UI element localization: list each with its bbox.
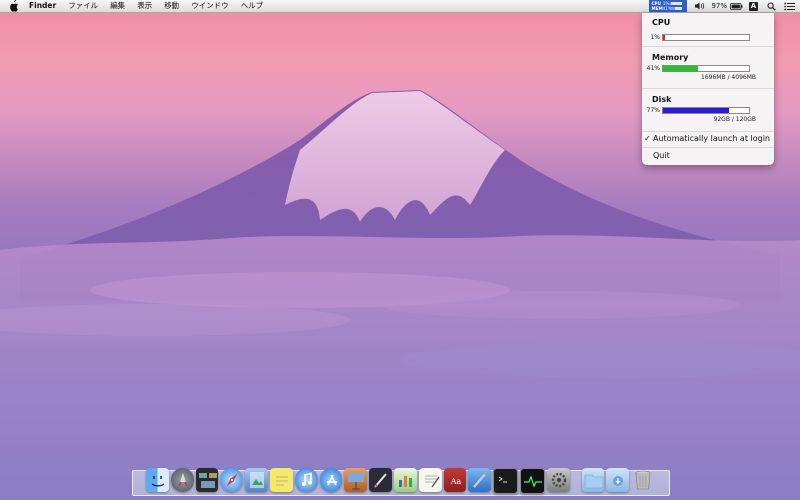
activity-monitor-icon[interactable]	[519, 468, 545, 494]
system-monitor-menu-extra[interactable]: CPU 1% MEM 41%	[649, 0, 688, 12]
quit-menu-item[interactable]: Quit	[653, 151, 785, 160]
menu-help[interactable]: ヘルプ	[241, 0, 264, 12]
auto-launch-menu-item[interactable]: ✓ Automatically launch at login	[642, 134, 774, 143]
separator	[642, 147, 774, 148]
memory-meter: 41%	[640, 65, 750, 72]
sysmon-mem-fill	[670, 7, 676, 10]
volume-icon[interactable]	[695, 2, 705, 10]
stickies-icon[interactable]	[269, 468, 293, 492]
separator	[642, 46, 774, 47]
memory-bar-fill	[663, 66, 699, 71]
textedit-icon[interactable]	[418, 468, 442, 492]
menu-go[interactable]: 移動	[164, 0, 179, 12]
disk-detail: 92GB / 120GB	[713, 116, 756, 123]
menu-app-name[interactable]: Finder	[29, 0, 56, 12]
sysmon-mem-value: 41%	[662, 6, 672, 11]
memory-title: Memory	[652, 53, 689, 62]
disk-bar	[662, 107, 750, 114]
disk-percent: 77%	[646, 107, 660, 114]
separator	[642, 88, 774, 89]
disk-bar-fill	[663, 108, 730, 113]
numbers-icon[interactable]	[393, 468, 417, 492]
applications-folder-icon[interactable]	[581, 468, 605, 492]
auto-launch-label: Automatically launch at login	[653, 134, 770, 143]
itunes-icon[interactable]	[294, 468, 318, 492]
preview-icon[interactable]	[245, 468, 268, 492]
battery-percent[interactable]: 97%	[711, 2, 727, 10]
safari-icon[interactable]	[220, 468, 244, 492]
battery-icon[interactable]	[730, 2, 743, 10]
separator	[642, 131, 774, 132]
xcode-icon[interactable]	[468, 468, 492, 492]
memory-percent: 41%	[646, 65, 660, 72]
downloads-folder-icon[interactable]	[606, 468, 630, 492]
keynote-icon[interactable]	[344, 468, 368, 492]
spotlight-icon[interactable]	[767, 1, 776, 11]
status-area: CPU 1% MEM 41% 97% A	[649, 0, 800, 12]
sysmon-mem-label: MEM	[651, 6, 663, 11]
pixelmator-icon[interactable]	[369, 468, 392, 492]
memory-detail: 1696MB / 4096MB	[701, 74, 756, 81]
dictionary-icon[interactable]: Aa	[443, 468, 467, 492]
input-method-icon[interactable]: A	[749, 1, 758, 11]
terminal-icon[interactable]	[493, 468, 518, 494]
finder-icon[interactable]	[146, 468, 169, 492]
sysmon-mem-row: MEM 41%	[649, 6, 687, 11]
mission-control-icon[interactable]	[195, 468, 219, 492]
cpu-percent: 1%	[650, 34, 660, 41]
cpu-meter: 1%	[640, 34, 750, 41]
menu-edit[interactable]: 編集	[110, 0, 125, 12]
disk-title: Disk	[652, 95, 672, 104]
cpu-title: CPU	[652, 18, 671, 27]
svg-text:Aa: Aa	[449, 477, 461, 486]
app-store-icon[interactable]	[319, 468, 343, 492]
cpu-bar-fill	[663, 35, 665, 40]
sysmon-mem-bar	[670, 7, 683, 10]
quit-label: Quit	[653, 151, 670, 160]
trash-icon[interactable]	[631, 468, 654, 492]
sysmon-cpu-bar	[670, 2, 683, 5]
launchpad-icon[interactable]	[170, 468, 194, 492]
apple-menu-icon[interactable]	[9, 0, 19, 12]
checkmark-icon: ✓	[644, 134, 651, 143]
dock: Aa	[146, 468, 656, 494]
cpu-bar	[662, 34, 750, 41]
menu-window[interactable]: ウインドウ	[191, 0, 229, 12]
notification-list-icon[interactable]	[784, 2, 795, 11]
memory-section: Memory 41% 1696MB / 4096MB	[647, 53, 770, 81]
menu-view[interactable]: 表示	[137, 0, 152, 12]
system-preferences-icon[interactable]	[546, 468, 570, 492]
cpu-section: CPU 1%	[650, 18, 770, 41]
disk-meter: 77%	[640, 107, 750, 114]
menu-bar: Finder ファイル 編集 表示 移動 ウインドウ ヘルプ CPU 1% ME…	[0, 0, 800, 13]
memory-bar	[662, 65, 750, 72]
menu-file[interactable]: ファイル	[68, 0, 98, 12]
system-monitor-dropdown: CPU 1% Memory 41% 1696MB / 4096MB Disk 7…	[642, 13, 774, 165]
input-method-letter: A	[749, 1, 758, 11]
disk-section: Disk 77% 92GB / 120GB	[647, 95, 770, 123]
